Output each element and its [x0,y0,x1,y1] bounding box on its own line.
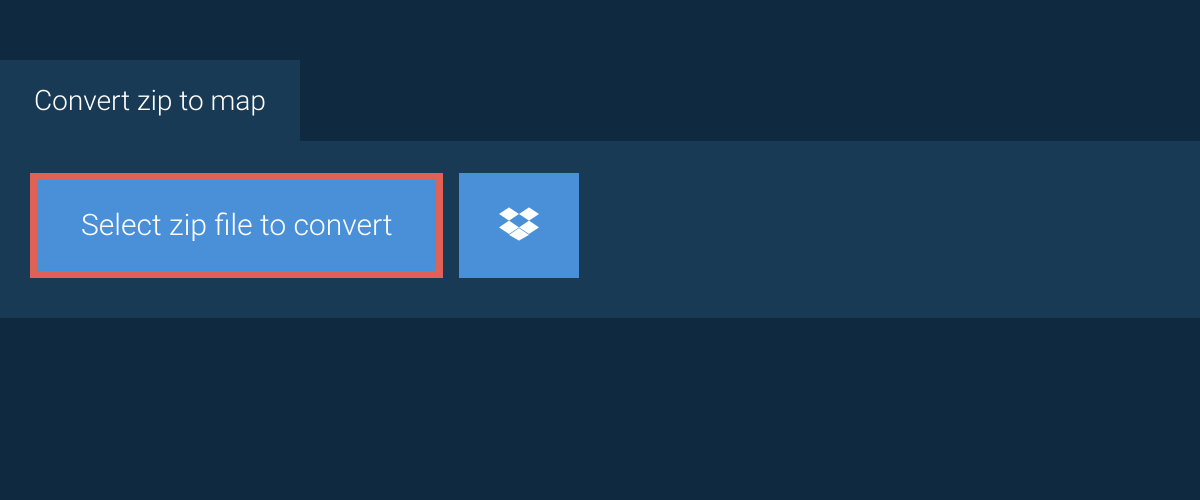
page-title-tab: Convert zip to map [0,60,300,141]
select-file-button[interactable]: Select zip file to convert [30,173,443,278]
dropbox-button[interactable] [459,173,579,278]
button-row: Select zip file to convert [30,173,1170,278]
upload-panel: Select zip file to convert [0,141,1200,318]
select-file-label: Select zip file to convert [81,208,392,243]
dropbox-icon [499,204,539,247]
page-title: Convert zip to map [34,84,266,117]
